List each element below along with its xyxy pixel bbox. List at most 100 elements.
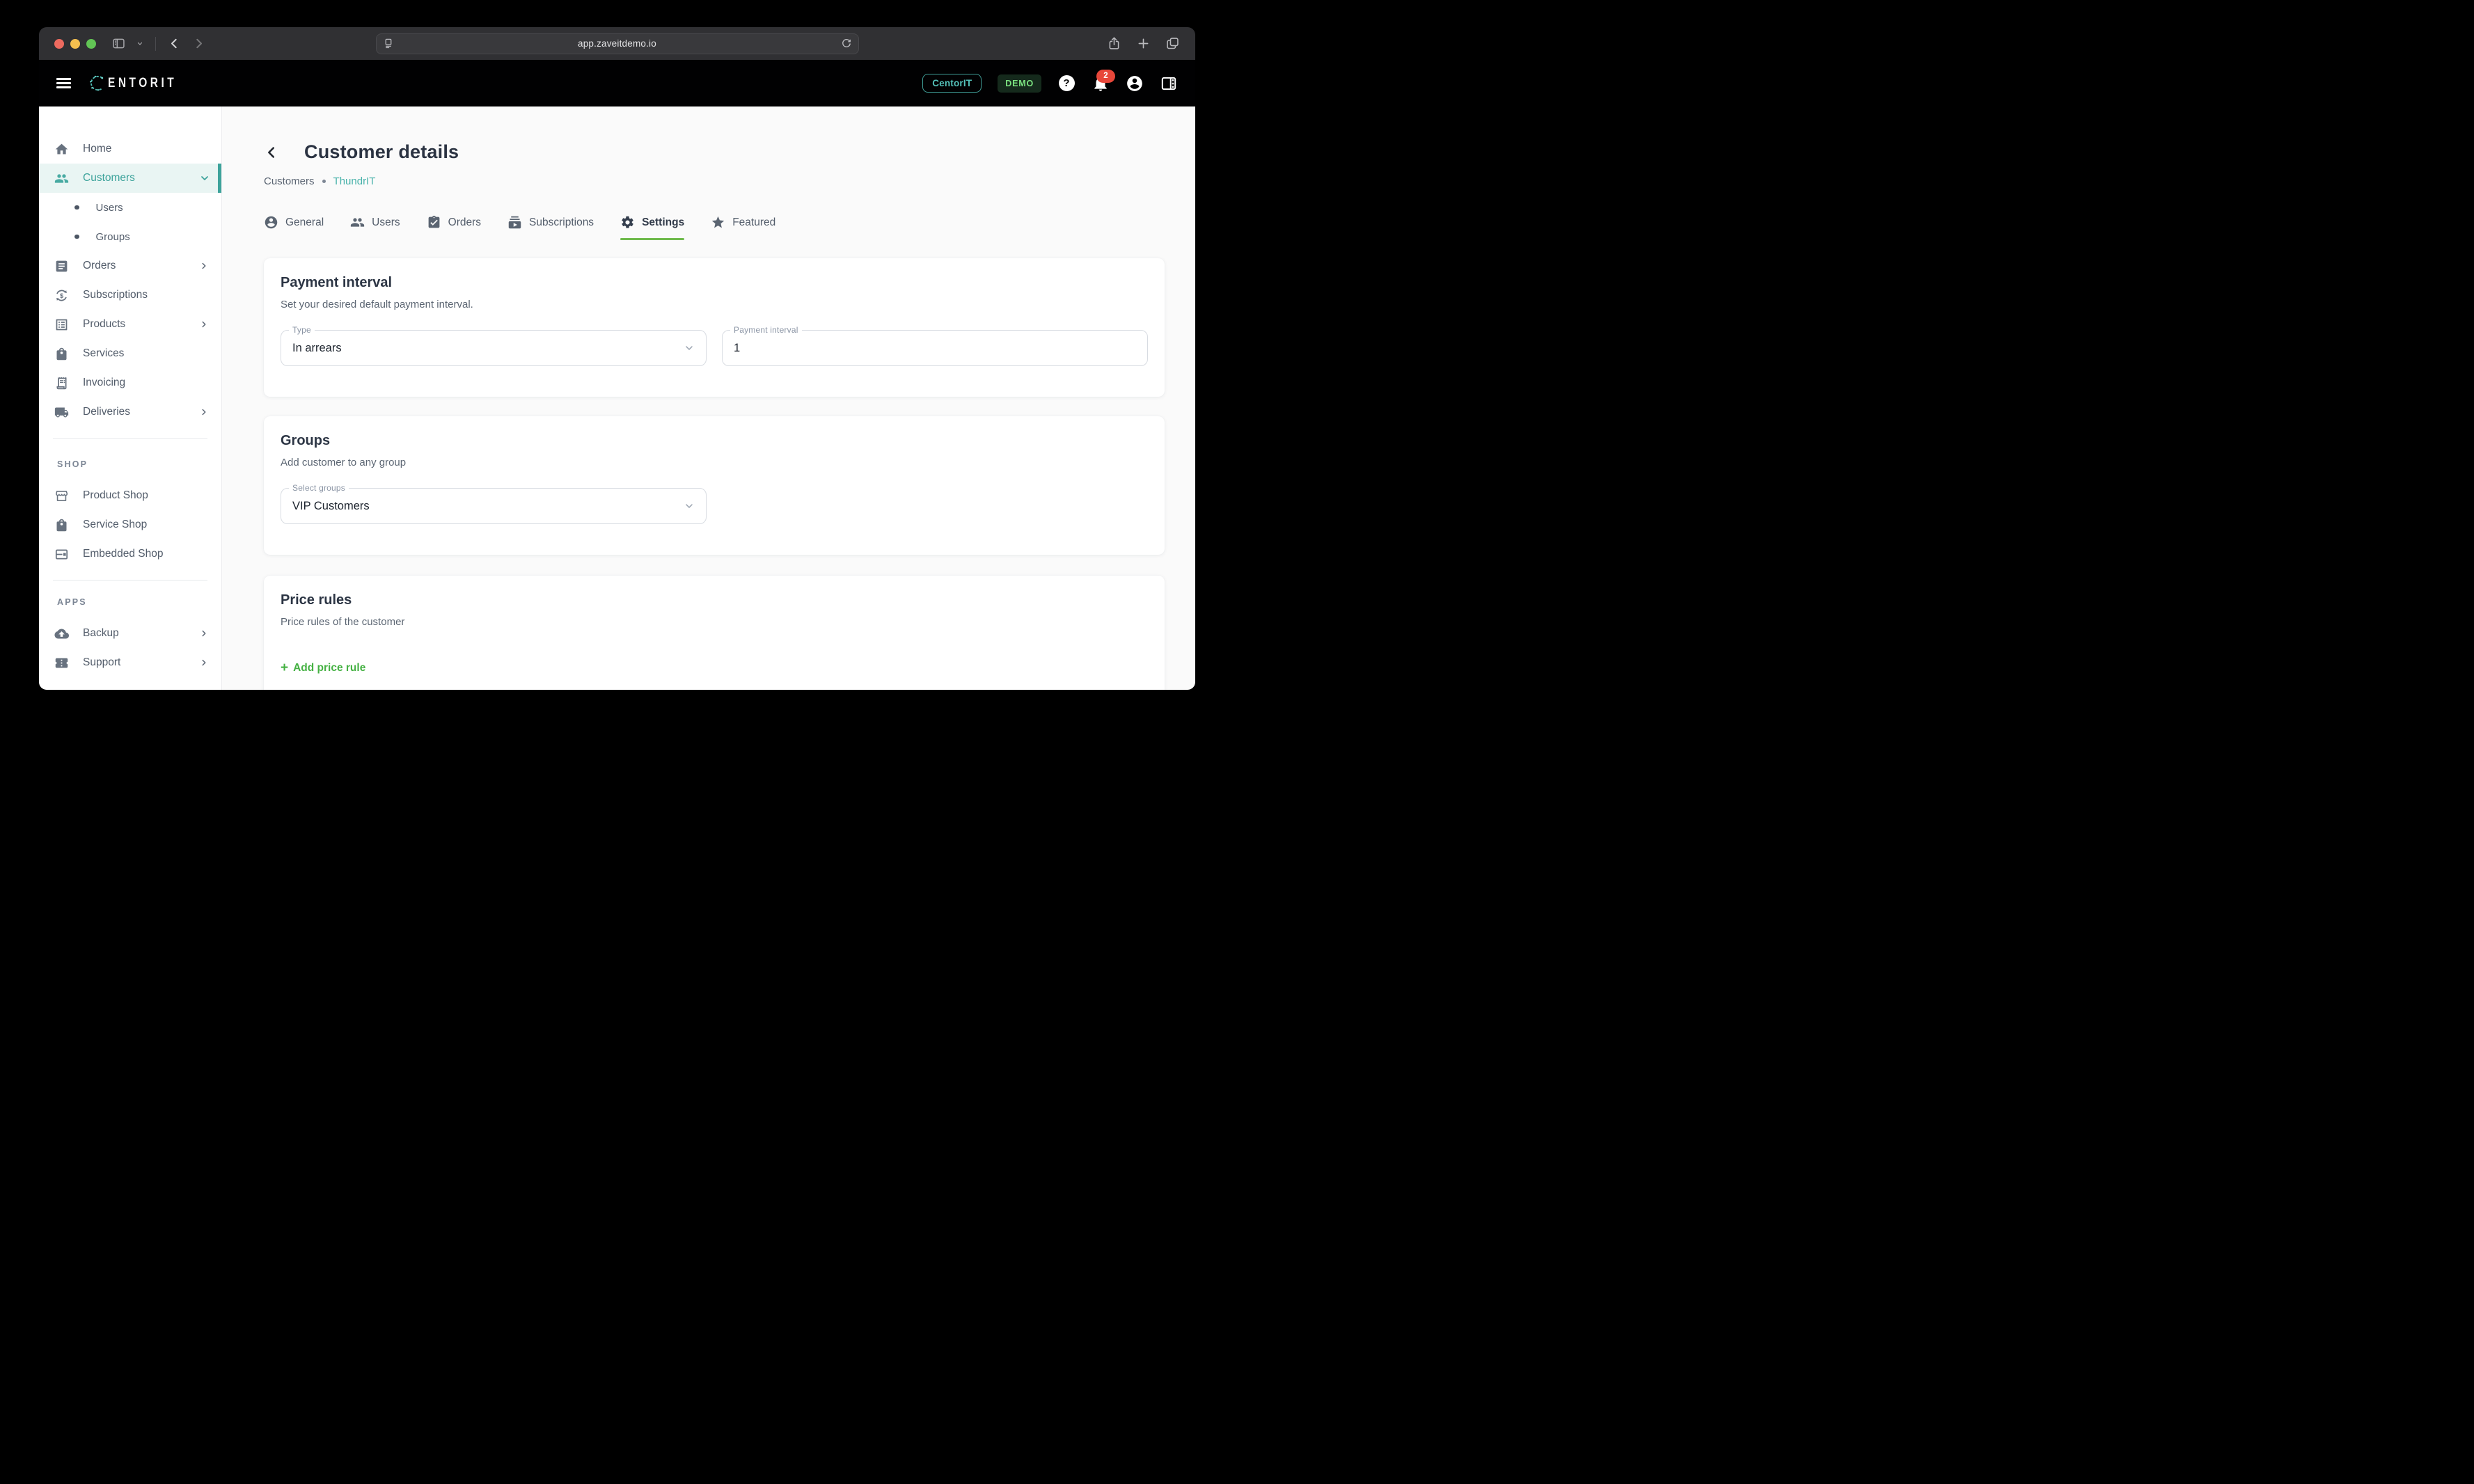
demo-badge: DEMO [998, 74, 1041, 93]
backup-icon [54, 626, 69, 641]
sidebar-item-groups[interactable]: Groups [39, 222, 221, 251]
sidebar-toggle-icon[interactable] [111, 36, 126, 51]
payment-interval-input[interactable]: Payment interval 1 [722, 325, 1148, 366]
app-logo: ENTORIT [88, 74, 177, 93]
people-icon [350, 215, 365, 230]
tab-settings[interactable]: Settings [620, 215, 685, 240]
field-label: Type [289, 325, 315, 335]
reload-icon[interactable] [840, 36, 853, 51]
plus-icon: + [281, 661, 289, 675]
sidebar-item-customers[interactable]: Customers [39, 164, 221, 193]
sidebar-divider [53, 580, 207, 581]
type-select[interactable]: Type In arrears [281, 325, 707, 366]
sidebar-item-label: Support [83, 656, 121, 668]
select-groups-dropdown[interactable]: Select groups VIP Customers [281, 483, 707, 524]
card-title: Price rules [281, 592, 352, 608]
sidebar-item-label: Products [83, 318, 126, 330]
bell-icon[interactable]: 2 [1092, 69, 1115, 93]
embedded-shop-icon [54, 547, 69, 562]
product-shop-icon [54, 489, 69, 503]
tab-label: Settings [642, 216, 685, 228]
sidebar-section-apps: APPS [57, 597, 87, 607]
sidebar-item-home[interactable]: Home [39, 134, 221, 164]
sidebar-item-orders[interactable]: Orders [39, 251, 221, 281]
add-price-rule-button[interactable]: + Add price rule [281, 661, 365, 674]
services-icon [54, 347, 69, 361]
breadcrumb-parent[interactable]: Customers [264, 175, 315, 187]
subscriptions-icon [507, 215, 522, 230]
service-shop-icon [54, 518, 69, 532]
chevron-right-icon [199, 629, 209, 638]
centorit-c-network-icon [90, 75, 104, 91]
notification-badge: 2 [1096, 69, 1115, 83]
sidebar-item-subscriptions[interactable]: $ Subscriptions [39, 281, 221, 310]
close-button[interactable] [54, 38, 64, 49]
help-icon[interactable]: ? [1057, 74, 1076, 93]
account-circle-icon [264, 215, 278, 230]
toolbar-right [1107, 36, 1180, 51]
sidebar-item-embedded-shop[interactable]: Embedded Shop [39, 539, 221, 569]
back-button[interactable] [264, 145, 279, 160]
panel-right-icon[interactable] [1160, 74, 1178, 93]
sidebar-item-products[interactable]: Products [39, 310, 221, 339]
sidebar-item-service-shop[interactable]: Service Shop [39, 510, 221, 539]
tab-general[interactable]: General [264, 215, 324, 240]
sidebar-item-support[interactable]: Support [39, 648, 221, 677]
tab-label: Featured [732, 216, 776, 228]
sidebar-item-label: Home [83, 143, 112, 155]
sidebar-item-label: Services [83, 347, 125, 359]
groups-card: Groups Add customer to any group Select … [264, 416, 1165, 555]
tab-subscriptions[interactable]: Subscriptions [507, 215, 594, 240]
card-description: Set your desired default payment interva… [281, 299, 473, 310]
chevron-right-icon [199, 261, 209, 271]
card-description: Price rules of the customer [281, 616, 405, 628]
add-price-rule-label: Add price rule [293, 661, 366, 674]
field-label: Select groups [289, 483, 349, 493]
sidebar-item-label: Product Shop [83, 489, 148, 501]
browser-window: app.zaveitdemo.io ENTORIT CentorIT DEMO … [39, 27, 1195, 690]
sidebar-item-product-shop[interactable]: Product Shop [39, 481, 221, 510]
price-rules-card: Price rules Price rules of the customer … [264, 576, 1165, 690]
invoicing-icon [54, 376, 69, 390]
home-icon [54, 142, 69, 157]
field-value: 1 [734, 341, 741, 354]
address-bar[interactable]: app.zaveitdemo.io [375, 33, 859, 54]
deliveries-icon [54, 405, 69, 420]
customers-icon [54, 171, 69, 186]
reader-icon[interactable] [382, 36, 395, 51]
tab-label: Users [372, 216, 400, 228]
forward-icon[interactable] [191, 36, 206, 51]
share-icon[interactable] [1107, 36, 1121, 51]
org-badge[interactable]: CentorIT [922, 74, 982, 93]
tab-users[interactable]: Users [350, 215, 400, 240]
avatar-icon[interactable] [1126, 74, 1144, 93]
sidebar-item-label: Embedded Shop [83, 548, 164, 560]
breadcrumb-current[interactable]: ThundrIT [333, 175, 376, 187]
header-actions: CentorIT DEMO ? 2 [922, 69, 1178, 93]
sidebar-item-backup[interactable]: Backup [39, 619, 221, 648]
menu-icon[interactable] [56, 77, 71, 89]
sidebar-item-label: Deliveries [83, 406, 131, 418]
field-value: In arrears [292, 341, 342, 354]
payment-interval-card: Payment interval Set your desired defaul… [264, 258, 1165, 397]
minimize-button[interactable] [70, 38, 80, 49]
tab-orders[interactable]: Orders [427, 215, 481, 240]
new-tab-icon[interactable] [1136, 36, 1151, 51]
back-icon[interactable] [167, 36, 182, 51]
zoom-button[interactable] [86, 38, 96, 49]
sidebar-item-deliveries[interactable]: Deliveries [39, 397, 221, 427]
tabs-overview-icon[interactable] [1165, 36, 1180, 51]
tab-featured[interactable]: Featured [711, 215, 775, 240]
chevron-down-icon[interactable] [136, 36, 144, 51]
clipboard-check-icon [427, 215, 441, 230]
page-title: Customer details [304, 141, 459, 162]
breadcrumb: Customers ThundrIT [264, 175, 1165, 187]
svg-text:$: $ [60, 292, 63, 299]
sidebar-item-services[interactable]: Services [39, 339, 221, 368]
breadcrumb-separator-icon [322, 180, 326, 183]
tab-label: Subscriptions [529, 216, 594, 228]
main-content: Customer details Customers ThundrIT Gene… [222, 106, 1195, 690]
sidebar-item-users[interactable]: Users [39, 193, 221, 222]
sidebar-item-invoicing[interactable]: Invoicing [39, 368, 221, 397]
sidebar-item-label: Service Shop [83, 519, 148, 530]
